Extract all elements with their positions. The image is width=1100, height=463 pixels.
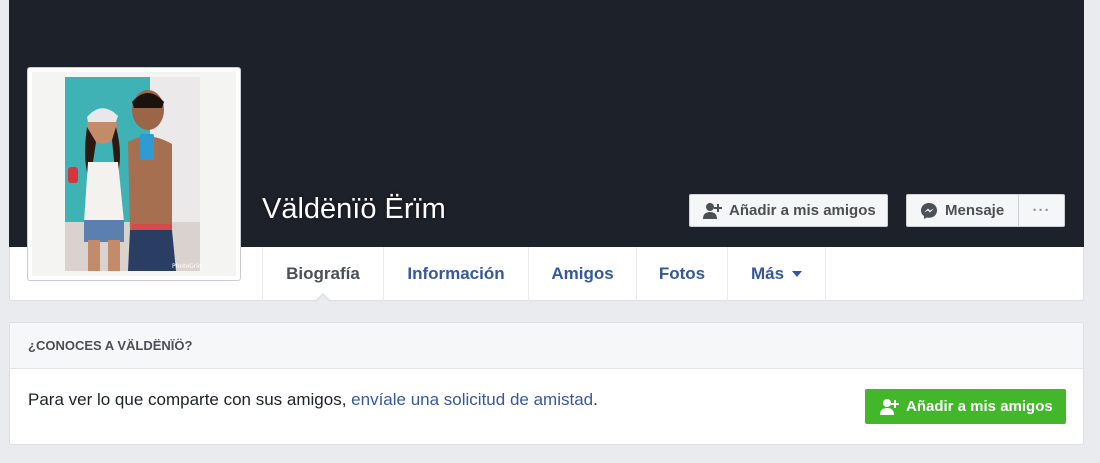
know-person-card: ¿CONOCES A VÄLDËNÏÖ? Para ver lo que com…: [9, 322, 1084, 445]
tab-label: Más: [750, 264, 785, 283]
profile-name[interactable]: Väldënïö Ërïm: [262, 193, 446, 226]
tab-mas[interactable]: Más: [727, 247, 826, 301]
message-button[interactable]: Mensaje: [906, 194, 1019, 227]
message-label: Mensaje: [945, 202, 1005, 219]
card-text-suffix: .: [593, 390, 598, 409]
svg-text:PhotoGrid: PhotoGrid: [172, 263, 202, 270]
chevron-down-icon: [792, 271, 803, 277]
add-friend-icon: [703, 201, 723, 221]
profile-photo-image: PhotoGrid: [32, 72, 236, 276]
add-friend-button[interactable]: Añadir a mis amigos: [689, 194, 888, 227]
add-friend-icon: [880, 397, 900, 417]
tab-label: Información: [407, 264, 505, 283]
card-message: Para ver lo que comparte con sus amigos,…: [28, 390, 598, 410]
tab-label: Amigos: [551, 264, 614, 283]
messenger-icon: [919, 201, 939, 221]
tab-label: Fotos: [658, 264, 706, 283]
card-body: Para ver lo que comparte con sus amigos,…: [10, 369, 1083, 445]
card-title: ¿CONOCES A VÄLDËNÏÖ?: [10, 323, 1083, 369]
tab-biografia[interactable]: Biografía: [262, 247, 383, 303]
more-dots-icon: ···: [1032, 202, 1051, 219]
send-friend-request-link[interactable]: envíale una solicitud de amistad: [351, 390, 593, 409]
profile-tabs: Biografía Información Amigos Fotos Más: [262, 247, 826, 303]
tab-fotos[interactable]: Fotos: [636, 247, 727, 301]
card-text-prefix: Para ver lo que comparte con sus amigos,: [28, 390, 352, 409]
card-add-friend-label: Añadir a mis amigos: [906, 398, 1053, 415]
add-friend-label: Añadir a mis amigos: [729, 202, 876, 219]
profile-picture[interactable]: PhotoGrid: [27, 67, 241, 281]
card-add-friend-button[interactable]: Añadir a mis amigos: [865, 389, 1066, 424]
tab-amigos[interactable]: Amigos: [528, 247, 636, 301]
tab-label: Biografía: [286, 264, 360, 283]
more-options-button[interactable]: ···: [1018, 194, 1065, 227]
tab-informacion[interactable]: Información: [383, 247, 528, 301]
